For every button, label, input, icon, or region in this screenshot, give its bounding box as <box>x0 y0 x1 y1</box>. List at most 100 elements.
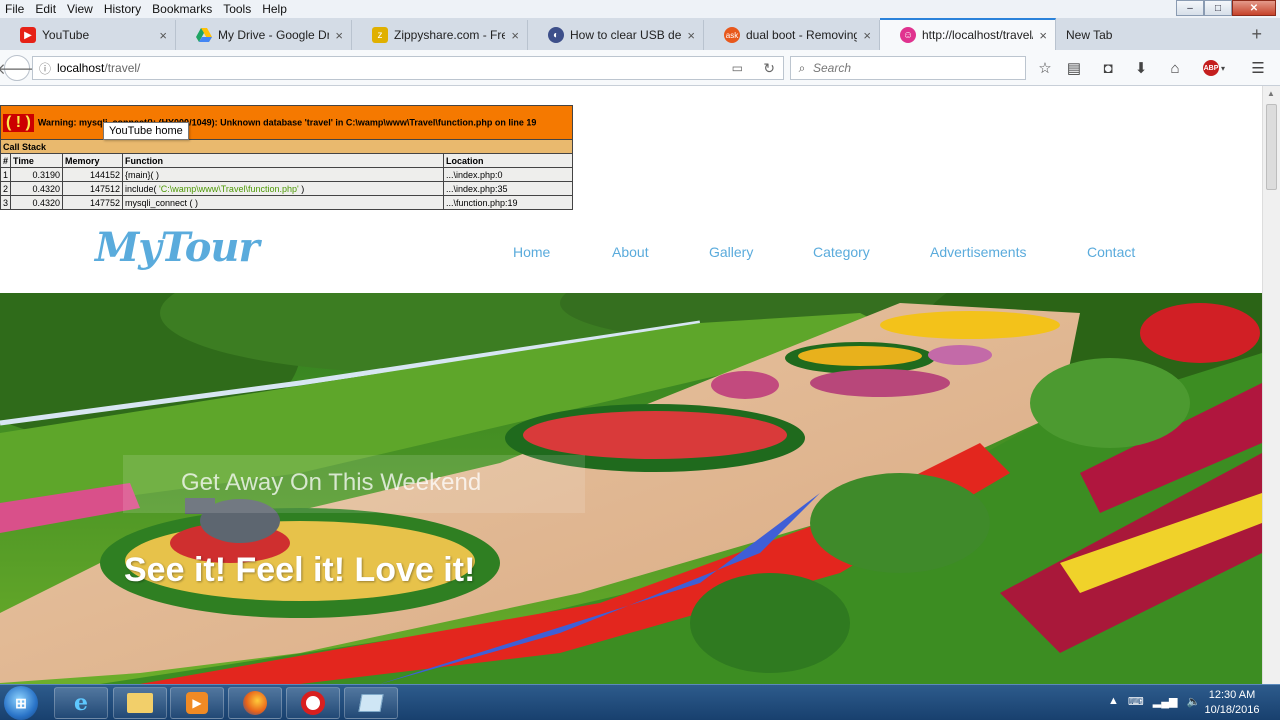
cell-function: mysqli_connect ( ) <box>122 195 445 210</box>
nav-link-advertisements[interactable]: Advertisements <box>930 244 1026 260</box>
tab-localhost-travel[interactable]: ☺ http://localhost/travel/ × <box>880 18 1056 50</box>
reader-view-icon[interactable]: ▭ <box>732 61 743 75</box>
tab-label: How to clear USB devi... <box>570 28 682 42</box>
tab-youtube[interactable]: ▶ YouTube × <box>0 20 176 50</box>
scrollbar-thumb[interactable] <box>1266 104 1277 190</box>
tab-new-tab[interactable]: New Tab <box>1056 20 1232 50</box>
cell-time: 0.4320 <box>10 181 64 196</box>
menu-view[interactable]: View <box>62 2 99 16</box>
bookmark-star-icon[interactable]: ☆ <box>1035 58 1055 78</box>
search-icon: ⌕ <box>798 60 806 75</box>
zippyshare-icon: z <box>372 27 388 43</box>
window-controls: – □ ✕ <box>1176 0 1276 16</box>
table-row: 1 0.3190 144152 {main}( ) ...\index.php:… <box>0 167 573 182</box>
url-path: /travel/ <box>104 61 141 75</box>
nav-link-category[interactable]: Category <box>813 244 870 260</box>
show-hidden-icons-icon[interactable]: ▲ <box>1108 695 1119 708</box>
info-icon[interactable]: ⓘ <box>33 60 57 77</box>
function-end: ) <box>298 183 305 194</box>
back-arrow-icon[interactable]: 🡐 <box>0 55 37 81</box>
app-icon[interactable] <box>344 687 398 719</box>
cell-location: ...\function.php:19 <box>443 195 573 210</box>
tab-close-icon[interactable]: × <box>863 28 871 43</box>
menu-bookmarks[interactable]: Bookmarks <box>147 2 218 16</box>
media-player-icon[interactable]: ▶ <box>170 687 224 719</box>
tab-label: YouTube <box>42 28 90 42</box>
scroll-up-arrow-icon[interactable]: ▲ <box>1267 89 1275 98</box>
menu-edit[interactable]: Edit <box>30 2 62 16</box>
tab-google-drive[interactable]: My Drive - Google Drive × <box>176 20 352 50</box>
pocket-icon[interactable]: ◘ <box>1098 58 1118 78</box>
table-row: 2 0.4320 147512 include( 'C:\wamp\www\Tr… <box>0 181 573 196</box>
system-tray: ▲ ⌨ ▂▄▆ 🔈 <box>1108 695 1209 708</box>
minimize-button[interactable]: – <box>1176 0 1204 16</box>
clock[interactable]: 12:30 AM 10/18/2016 <box>1200 688 1264 718</box>
nav-link-about[interactable]: About <box>612 244 649 260</box>
file-explorer-icon[interactable] <box>113 687 167 719</box>
firefox-icon[interactable] <box>228 687 282 719</box>
tab-close-icon[interactable]: × <box>687 28 695 43</box>
volume-icon[interactable]: 🔈 <box>1187 695 1201 708</box>
cell-time: 0.4320 <box>10 195 64 210</box>
usb-icon[interactable]: ⌨ <box>1128 695 1144 708</box>
menu-hamburger-icon[interactable]: ☰ <box>1248 58 1268 78</box>
menu-history[interactable]: History <box>99 2 147 16</box>
cell-index: 3 <box>0 195 12 210</box>
tab-label: My Drive - Google Drive <box>218 28 330 42</box>
new-tab-plus-icon[interactable]: + <box>1251 24 1262 45</box>
tab-clear-usb[interactable]: ◐ How to clear USB devi... × <box>528 20 704 50</box>
menu-file[interactable]: File <box>0 2 30 16</box>
header-index: # <box>0 153 12 168</box>
warning-icon: ( ! ) <box>3 113 34 132</box>
php-error-table: ( ! ) Warning: mysqli_connect(): (HY000/1… <box>0 105 573 210</box>
tab-label: New Tab <box>1066 28 1113 42</box>
close-window-button[interactable]: ✕ <box>1232 0 1276 16</box>
cell-index: 1 <box>0 167 12 182</box>
site-logo[interactable]: MyTour <box>95 224 260 271</box>
function-name: include( <box>125 183 160 194</box>
menu-bar: File Edit View History Bookmarks Tools H… <box>0 0 1280 18</box>
downloads-icon[interactable]: ⬇ <box>1131 58 1151 78</box>
tab-bar: ▶ YouTube × My Drive - Google Drive × z … <box>0 18 1280 50</box>
tab-close-icon[interactable]: × <box>159 28 167 43</box>
hero-subtitle: Get Away On This Weekend <box>123 455 585 513</box>
search-placeholder: Search <box>813 61 852 75</box>
tab-label: dual boot - Removing... <box>746 28 858 42</box>
tab-close-icon[interactable]: × <box>1039 28 1047 43</box>
cell-index: 2 <box>0 181 12 196</box>
tooltip: YouTube home <box>103 122 189 140</box>
home-icon[interactable]: ⌂ <box>1165 58 1185 78</box>
nav-link-contact[interactable]: Contact <box>1087 244 1135 260</box>
address-bar[interactable]: ⓘ localhost/travel/ ▭ ↻ <box>32 56 784 80</box>
navigation-bar: 🡐 ⓘ localhost/travel/ ▭ ↻ ⌕ Search ☆ ▤ ◘… <box>0 50 1280 86</box>
bookmarks-library-icon[interactable]: ▤ <box>1064 58 1084 78</box>
function-argument: 'C:\wamp\www\Travel\function.php' <box>159 183 299 194</box>
menu-help[interactable]: Help <box>257 2 293 16</box>
tab-close-icon[interactable]: × <box>511 28 519 43</box>
url-host: localhost <box>57 61 105 75</box>
error-message-row: ( ! ) Warning: mysqli_connect(): (HY000/1… <box>0 105 573 140</box>
header-memory: Memory <box>62 153 124 168</box>
nav-link-gallery[interactable]: Gallery <box>709 244 753 260</box>
search-box[interactable]: ⌕ Search <box>790 56 1026 80</box>
internet-explorer-icon[interactable]: e <box>54 687 108 719</box>
maximize-button[interactable]: □ <box>1204 0 1232 16</box>
tab-dual-boot[interactable]: ask dual boot - Removing... × <box>704 20 880 50</box>
tab-zippyshare[interactable]: z Zippyshare.com - Free... × <box>352 20 528 50</box>
page-content: ( ! ) Warning: mysqli_connect(): (HY000/1… <box>0 86 1262 684</box>
start-button[interactable]: ⊞ <box>4 686 38 720</box>
tab-label: http://localhost/travel/ <box>922 28 1034 42</box>
reload-icon[interactable]: ↻ <box>763 60 775 77</box>
google-drive-icon <box>196 27 212 43</box>
nav-link-home[interactable]: Home <box>513 244 550 260</box>
hero-title: See it! Feel it! Love it! <box>124 551 476 589</box>
menu-tools[interactable]: Tools <box>218 2 257 16</box>
adblock-plus-icon[interactable]: ABP ▾ <box>1200 58 1228 78</box>
call-stack-row: Call Stack <box>0 139 573 154</box>
vertical-scrollbar[interactable]: ▲ <box>1262 86 1280 684</box>
askubuntu-icon: ask <box>724 27 740 43</box>
network-icon[interactable]: ▂▄▆ <box>1153 695 1178 708</box>
tab-close-icon[interactable]: × <box>335 28 343 43</box>
cell-function: {main}( ) <box>122 167 445 182</box>
recorder-icon[interactable] <box>286 687 340 719</box>
